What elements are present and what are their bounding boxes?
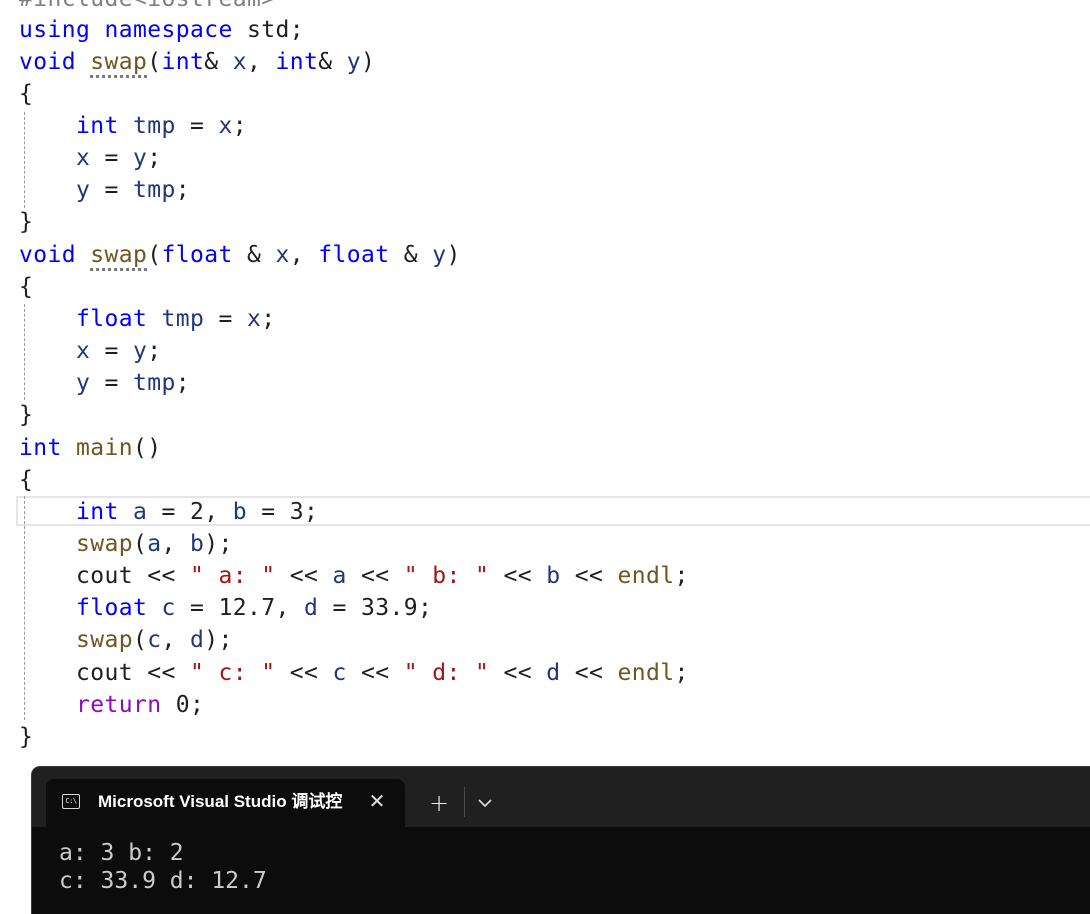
code-line-brace-close: }	[19, 402, 34, 428]
code-line-int-ab: int a = 2, b = 3;	[76, 499, 319, 525]
code-line-brace-open: {	[19, 81, 34, 107]
code-line-using: using namespace std;	[19, 17, 304, 43]
new-tab-button[interactable]: +	[422, 789, 456, 817]
console-output-line: a: 3 b: 2	[59, 840, 184, 866]
code-line-y-eq-tmp: y = tmp;	[76, 370, 190, 396]
code-line-cout-cd: cout << " c: " << c << " d: " << d << en…	[76, 660, 689, 686]
tab-separator	[464, 787, 465, 817]
code-line-swap-float-signature: void swap(float & x, float & y)	[19, 242, 461, 268]
debug-console-window: C:\ Microsoft Visual Studio 调试控 ✕ + a: 3…	[32, 767, 1090, 914]
code-line-swap-int-signature: void swap(int& x, int& y)	[19, 49, 376, 75]
chevron-down-icon[interactable]	[470, 789, 500, 817]
console-tab[interactable]: C:\ Microsoft Visual Studio 调试控 ✕	[46, 779, 405, 827]
code-line-float-tmp: float tmp = x;	[76, 306, 276, 332]
code-line-brace-open: {	[19, 274, 34, 300]
code-editor[interactable]: #include<iostream> using namespace std; …	[0, 0, 1090, 760]
console-tab-bar: C:\ Microsoft Visual Studio 调试控 ✕ +	[32, 767, 1090, 827]
code-line-brace-close: }	[19, 209, 34, 235]
code-line-include: #include<iostream>	[19, 0, 275, 15]
code-line-swap-ab: swap(a, b);	[76, 531, 233, 557]
code-line-x-eq-y: x = y;	[76, 145, 162, 171]
console-output-line: c: 33.9 d: 12.7	[59, 868, 267, 894]
code-line-cout-ab: cout << " a: " << a << " b: " << b << en…	[76, 563, 689, 589]
code-line-brace-open: {	[19, 467, 34, 493]
code-line-return: return 0;	[76, 692, 205, 718]
code-line-float-cd: float c = 12.7, d = 33.9;	[76, 595, 433, 621]
code-line-brace-close: }	[19, 724, 34, 750]
console-tab-title: Microsoft Visual Studio 调试控	[98, 792, 343, 811]
code-line-y-eq-tmp: y = tmp;	[76, 177, 190, 203]
terminal-icon: C:\	[62, 794, 80, 809]
code-line-main-signature: int main()	[19, 435, 162, 461]
code-line-swap-cd: swap(c, d);	[76, 627, 233, 653]
code-line-int-tmp: int tmp = x;	[76, 113, 247, 139]
code-line-x-eq-y: x = y;	[76, 338, 162, 364]
close-icon[interactable]: ✕	[364, 788, 390, 814]
